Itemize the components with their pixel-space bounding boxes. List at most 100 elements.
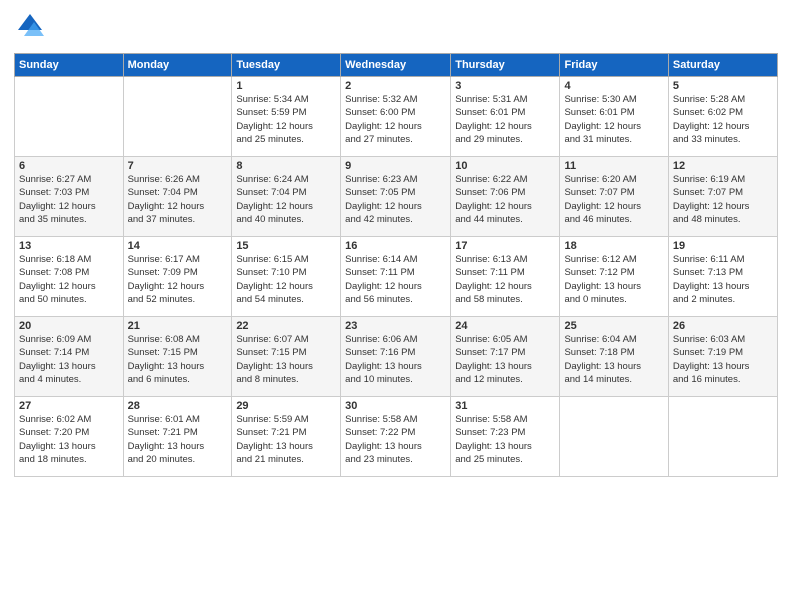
- day-info: Sunrise: 6:24 AM Sunset: 7:04 PM Dayligh…: [236, 173, 336, 226]
- calendar-cell: 16Sunrise: 6:14 AM Sunset: 7:11 PM Dayli…: [341, 237, 451, 317]
- day-number: 18: [564, 240, 663, 252]
- day-number: 30: [345, 400, 446, 412]
- calendar-cell: 9Sunrise: 6:23 AM Sunset: 7:05 PM Daylig…: [341, 157, 451, 237]
- calendar-week-5: 27Sunrise: 6:02 AM Sunset: 7:20 PM Dayli…: [15, 397, 778, 477]
- day-info: Sunrise: 6:19 AM Sunset: 7:07 PM Dayligh…: [673, 173, 773, 226]
- calendar-cell: 29Sunrise: 5:59 AM Sunset: 7:21 PM Dayli…: [232, 397, 341, 477]
- day-number: 14: [128, 240, 228, 252]
- day-info: Sunrise: 6:27 AM Sunset: 7:03 PM Dayligh…: [19, 173, 119, 226]
- day-header-monday: Monday: [123, 54, 232, 77]
- calendar-cell: 12Sunrise: 6:19 AM Sunset: 7:07 PM Dayli…: [668, 157, 777, 237]
- day-info: Sunrise: 5:30 AM Sunset: 6:01 PM Dayligh…: [564, 93, 663, 146]
- day-info: Sunrise: 6:23 AM Sunset: 7:05 PM Dayligh…: [345, 173, 446, 226]
- calendar-cell: 30Sunrise: 5:58 AM Sunset: 7:22 PM Dayli…: [341, 397, 451, 477]
- day-info: Sunrise: 6:20 AM Sunset: 7:07 PM Dayligh…: [564, 173, 663, 226]
- day-number: 8: [236, 160, 336, 172]
- calendar-week-2: 6Sunrise: 6:27 AM Sunset: 7:03 PM Daylig…: [15, 157, 778, 237]
- day-number: 24: [455, 320, 555, 332]
- calendar-cell: 21Sunrise: 6:08 AM Sunset: 7:15 PM Dayli…: [123, 317, 232, 397]
- calendar-cell: 20Sunrise: 6:09 AM Sunset: 7:14 PM Dayli…: [15, 317, 124, 397]
- calendar-cell: 15Sunrise: 6:15 AM Sunset: 7:10 PM Dayli…: [232, 237, 341, 317]
- day-number: 23: [345, 320, 446, 332]
- day-info: Sunrise: 6:07 AM Sunset: 7:15 PM Dayligh…: [236, 333, 336, 386]
- day-info: Sunrise: 6:14 AM Sunset: 7:11 PM Dayligh…: [345, 253, 446, 306]
- day-number: 1: [236, 80, 336, 92]
- day-header-friday: Friday: [560, 54, 668, 77]
- day-info: Sunrise: 6:01 AM Sunset: 7:21 PM Dayligh…: [128, 413, 228, 466]
- day-number: 31: [455, 400, 555, 412]
- calendar-cell: 2Sunrise: 5:32 AM Sunset: 6:00 PM Daylig…: [341, 77, 451, 157]
- calendar-cell: 6Sunrise: 6:27 AM Sunset: 7:03 PM Daylig…: [15, 157, 124, 237]
- day-number: 2: [345, 80, 446, 92]
- page-container: SundayMondayTuesdayWednesdayThursdayFrid…: [0, 0, 792, 483]
- calendar-cell: 3Sunrise: 5:31 AM Sunset: 6:01 PM Daylig…: [451, 77, 560, 157]
- day-info: Sunrise: 5:58 AM Sunset: 7:23 PM Dayligh…: [455, 413, 555, 466]
- day-info: Sunrise: 6:22 AM Sunset: 7:06 PM Dayligh…: [455, 173, 555, 226]
- calendar-week-3: 13Sunrise: 6:18 AM Sunset: 7:08 PM Dayli…: [15, 237, 778, 317]
- calendar-cell: 7Sunrise: 6:26 AM Sunset: 7:04 PM Daylig…: [123, 157, 232, 237]
- calendar-cell: 23Sunrise: 6:06 AM Sunset: 7:16 PM Dayli…: [341, 317, 451, 397]
- day-info: Sunrise: 6:06 AM Sunset: 7:16 PM Dayligh…: [345, 333, 446, 386]
- day-number: 20: [19, 320, 119, 332]
- day-info: Sunrise: 5:28 AM Sunset: 6:02 PM Dayligh…: [673, 93, 773, 146]
- header: [14, 10, 778, 47]
- day-number: 17: [455, 240, 555, 252]
- calendar-cell: 1Sunrise: 5:34 AM Sunset: 5:59 PM Daylig…: [232, 77, 341, 157]
- calendar-header-row: SundayMondayTuesdayWednesdayThursdayFrid…: [15, 54, 778, 77]
- day-info: Sunrise: 6:17 AM Sunset: 7:09 PM Dayligh…: [128, 253, 228, 306]
- calendar-cell: 5Sunrise: 5:28 AM Sunset: 6:02 PM Daylig…: [668, 77, 777, 157]
- day-number: 4: [564, 80, 663, 92]
- calendar-cell: [15, 77, 124, 157]
- calendar-cell: 28Sunrise: 6:01 AM Sunset: 7:21 PM Dayli…: [123, 397, 232, 477]
- day-info: Sunrise: 6:09 AM Sunset: 7:14 PM Dayligh…: [19, 333, 119, 386]
- day-number: 16: [345, 240, 446, 252]
- day-header-wednesday: Wednesday: [341, 54, 451, 77]
- day-header-sunday: Sunday: [15, 54, 124, 77]
- day-info: Sunrise: 6:04 AM Sunset: 7:18 PM Dayligh…: [564, 333, 663, 386]
- day-info: Sunrise: 6:05 AM Sunset: 7:17 PM Dayligh…: [455, 333, 555, 386]
- day-header-saturday: Saturday: [668, 54, 777, 77]
- day-info: Sunrise: 5:34 AM Sunset: 5:59 PM Dayligh…: [236, 93, 336, 146]
- day-header-thursday: Thursday: [451, 54, 560, 77]
- day-info: Sunrise: 6:26 AM Sunset: 7:04 PM Dayligh…: [128, 173, 228, 226]
- day-info: Sunrise: 6:11 AM Sunset: 7:13 PM Dayligh…: [673, 253, 773, 306]
- calendar-table: SundayMondayTuesdayWednesdayThursdayFrid…: [14, 53, 778, 477]
- calendar-week-1: 1Sunrise: 5:34 AM Sunset: 5:59 PM Daylig…: [15, 77, 778, 157]
- day-number: 6: [19, 160, 119, 172]
- day-number: 5: [673, 80, 773, 92]
- day-number: 3: [455, 80, 555, 92]
- calendar-cell: 24Sunrise: 6:05 AM Sunset: 7:17 PM Dayli…: [451, 317, 560, 397]
- day-info: Sunrise: 6:18 AM Sunset: 7:08 PM Dayligh…: [19, 253, 119, 306]
- calendar-cell: 26Sunrise: 6:03 AM Sunset: 7:19 PM Dayli…: [668, 317, 777, 397]
- calendar-cell: 8Sunrise: 6:24 AM Sunset: 7:04 PM Daylig…: [232, 157, 341, 237]
- day-number: 7: [128, 160, 228, 172]
- day-number: 29: [236, 400, 336, 412]
- logo-icon: [14, 10, 46, 42]
- day-info: Sunrise: 5:58 AM Sunset: 7:22 PM Dayligh…: [345, 413, 446, 466]
- day-header-tuesday: Tuesday: [232, 54, 341, 77]
- calendar-cell: 31Sunrise: 5:58 AM Sunset: 7:23 PM Dayli…: [451, 397, 560, 477]
- day-info: Sunrise: 6:02 AM Sunset: 7:20 PM Dayligh…: [19, 413, 119, 466]
- calendar-cell: 25Sunrise: 6:04 AM Sunset: 7:18 PM Dayli…: [560, 317, 668, 397]
- day-info: Sunrise: 6:03 AM Sunset: 7:19 PM Dayligh…: [673, 333, 773, 386]
- calendar-cell: [560, 397, 668, 477]
- logo: [14, 10, 50, 47]
- day-info: Sunrise: 6:13 AM Sunset: 7:11 PM Dayligh…: [455, 253, 555, 306]
- calendar-cell: 13Sunrise: 6:18 AM Sunset: 7:08 PM Dayli…: [15, 237, 124, 317]
- day-number: 15: [236, 240, 336, 252]
- day-number: 12: [673, 160, 773, 172]
- day-number: 11: [564, 160, 663, 172]
- calendar-cell: [123, 77, 232, 157]
- day-number: 21: [128, 320, 228, 332]
- calendar-cell: 11Sunrise: 6:20 AM Sunset: 7:07 PM Dayli…: [560, 157, 668, 237]
- day-number: 28: [128, 400, 228, 412]
- calendar-cell: 19Sunrise: 6:11 AM Sunset: 7:13 PM Dayli…: [668, 237, 777, 317]
- day-number: 27: [19, 400, 119, 412]
- day-info: Sunrise: 6:12 AM Sunset: 7:12 PM Dayligh…: [564, 253, 663, 306]
- day-info: Sunrise: 5:31 AM Sunset: 6:01 PM Dayligh…: [455, 93, 555, 146]
- day-number: 19: [673, 240, 773, 252]
- day-number: 13: [19, 240, 119, 252]
- calendar-cell: 10Sunrise: 6:22 AM Sunset: 7:06 PM Dayli…: [451, 157, 560, 237]
- calendar-cell: 22Sunrise: 6:07 AM Sunset: 7:15 PM Dayli…: [232, 317, 341, 397]
- day-number: 25: [564, 320, 663, 332]
